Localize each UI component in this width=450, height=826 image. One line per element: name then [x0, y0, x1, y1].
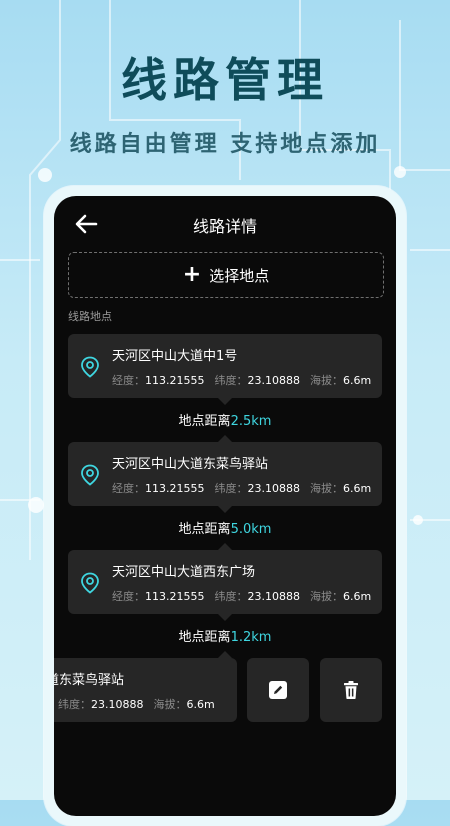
location-meta: 经度：113.21555 纬度：23.10888 海拔：6.6m [112, 374, 372, 387]
select-location-label: 选择地点 [209, 266, 270, 285]
connector-notch [218, 543, 232, 550]
map-pin-icon [81, 464, 99, 486]
connector-notch [218, 398, 232, 405]
distance-label-1: 地点距离2.5km [178, 414, 272, 429]
connector-notch [218, 506, 232, 513]
location-card-1[interactable]: 天河区中山大道中1号 经度：113.21555 纬度：23.10888 海拔：6.6… [68, 334, 382, 398]
hero-title: 线路管理 [121, 53, 329, 107]
delete-button[interactable] [320, 658, 382, 722]
trash-icon [344, 681, 358, 699]
swiped-location-card[interactable]: 道东菜鸟驿站 纬度：23.10888海拔：6.6m [54, 658, 237, 722]
location-name: 天河区中山大道东菜鸟驿站 [112, 457, 269, 472]
location-card-2[interactable]: 天河区中山大道东菜鸟驿站 经度：113.21555 纬度：23.10888 海拔：6… [68, 442, 382, 506]
screen-title: 线路详情 [192, 217, 257, 236]
plus-icon: + [182, 262, 202, 287]
location-meta: 经度：113.21555 纬度：23.10888 海拔：6.6m [112, 590, 372, 603]
connector-notch [218, 651, 232, 658]
location-name: 天河区中山大道中1号 [112, 349, 238, 364]
section-label: 线路地点 [68, 310, 112, 323]
map-pin-icon [81, 572, 99, 594]
distance-label-2: 地点距离5.0km [178, 522, 272, 537]
location-meta: 纬度：23.10888 海拔：6.6m [58, 698, 215, 711]
location-name: 天河区中山大道西东广场 [112, 565, 256, 580]
hero-subtitle: 线路自由管理 支持地点添加 [69, 132, 381, 157]
location-name: 道东菜鸟驿站 [54, 673, 125, 688]
location-card-3[interactable]: 天河区中山大道西东广场 经度：113.21555 纬度：23.10888 海拔：6.… [68, 550, 382, 614]
location-meta: 经度：113.21555 纬度：23.10888 海拔：6.6m [112, 482, 372, 495]
edit-icon [269, 681, 287, 699]
connector-notch [218, 614, 232, 621]
connector-notch [218, 435, 232, 442]
distance-label-3: 地点距离1.2km [178, 630, 272, 645]
map-pin-icon [81, 356, 99, 378]
edit-button[interactable] [247, 658, 309, 722]
top-bar: 线路详情 [54, 196, 396, 252]
select-location-button[interactable]: + 选择地点 [68, 252, 384, 298]
phone-screen: 线路详情 + 选择地点 线路地点 天河区中山大道中1号 经度：113.21555… [54, 196, 396, 816]
